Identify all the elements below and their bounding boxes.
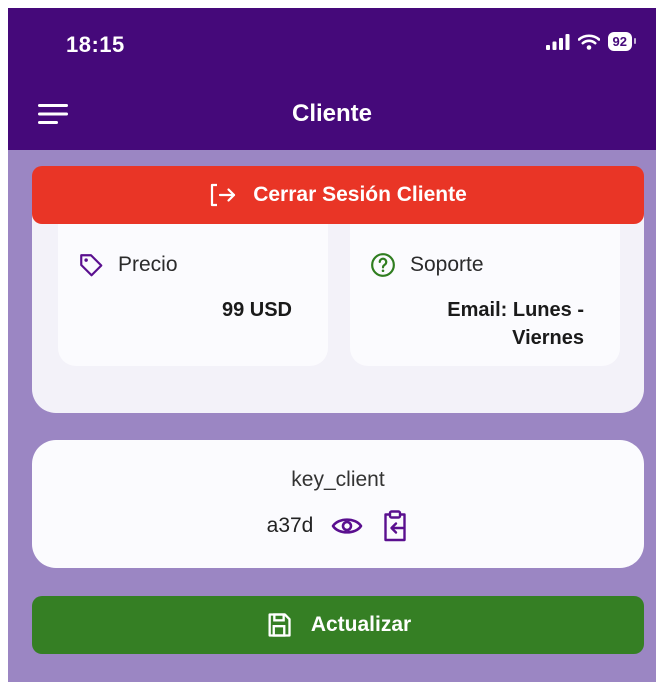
save-icon <box>268 613 291 637</box>
tag-icon <box>80 254 103 277</box>
wifi-icon <box>577 33 600 50</box>
status-time: 18:15 <box>66 32 125 57</box>
update-button[interactable]: Actualizar <box>32 596 644 654</box>
clipboard-copy-icon[interactable] <box>381 510 409 542</box>
price-value: 99 USD <box>221 299 292 321</box>
key-value: a37d <box>266 514 314 537</box>
help-circle-icon <box>371 253 395 277</box>
update-label: Actualizar <box>310 613 412 636</box>
battery-icon: 92 <box>607 32 637 51</box>
app-header: 18:15 92 Cliente <box>8 8 656 150</box>
logout-icon <box>211 183 236 207</box>
logout-label: Cerrar Sesión Cliente <box>253 183 467 206</box>
app-screen: 18:15 92 Cliente Precio 99 USD Soporte E… <box>8 8 656 682</box>
page-title: Cliente <box>291 100 372 127</box>
eye-icon[interactable] <box>331 515 363 537</box>
price-card: Precio 99 USD <box>58 208 328 366</box>
plan-card: Precio 99 USD Soporte Email: Lunes - Vie… <box>32 208 644 413</box>
signal-icon <box>545 33 570 50</box>
key-label: key_client <box>291 468 385 491</box>
key-card: key_client a37d <box>32 440 644 568</box>
support-card: Soporte Email: Lunes - Viernes <box>350 208 620 366</box>
status-icons: 92 <box>545 32 637 51</box>
key-row: a37d <box>32 510 644 542</box>
price-label: Precio <box>118 253 178 276</box>
support-label: Soporte <box>410 253 484 276</box>
support-value: Email: Lunes - Viernes <box>447 296 584 352</box>
support-value-line2: Viernes <box>512 327 584 349</box>
support-value-line1: Email: Lunes - <box>447 299 584 321</box>
logout-button[interactable]: Cerrar Sesión Cliente <box>32 166 644 224</box>
